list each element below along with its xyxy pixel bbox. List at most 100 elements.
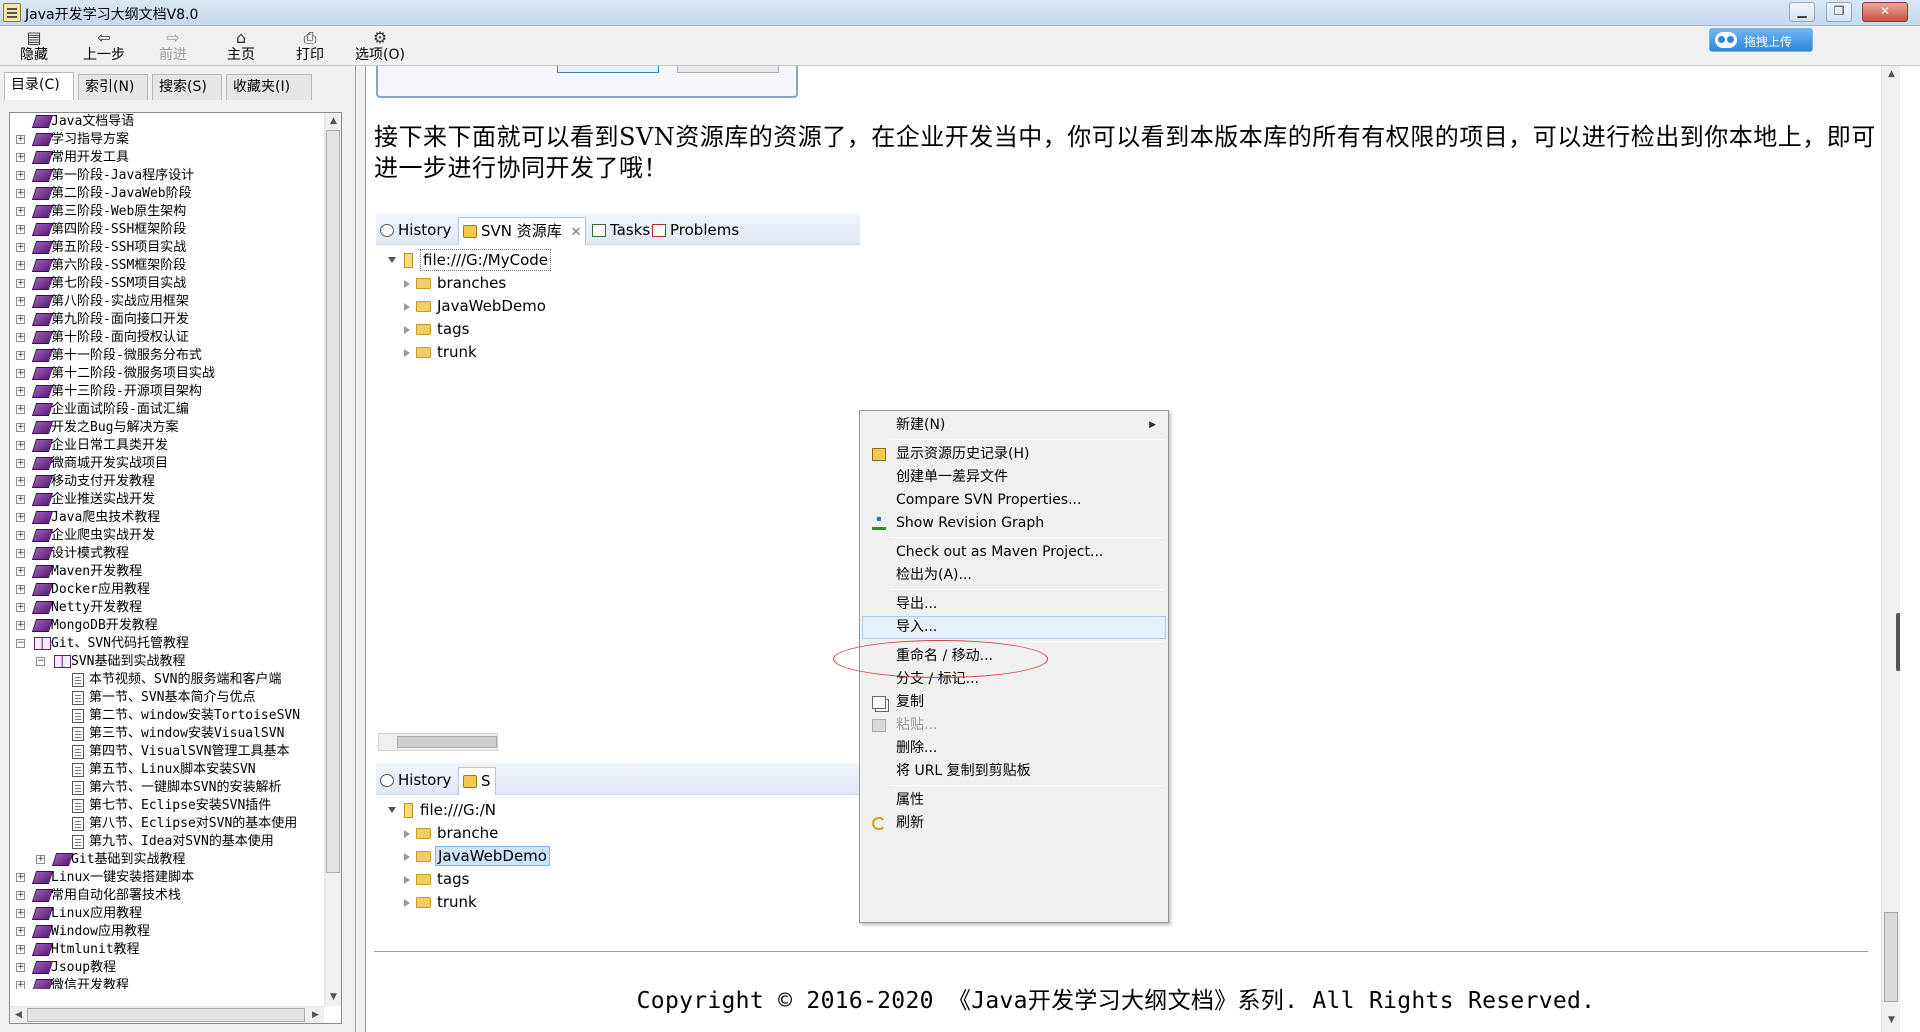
expand-icon[interactable] bbox=[404, 280, 410, 288]
expand-icon[interactable]: + bbox=[16, 279, 25, 288]
expand-icon[interactable]: + bbox=[16, 477, 25, 486]
expand-icon[interactable]: + bbox=[16, 549, 25, 558]
expand-icon[interactable] bbox=[404, 349, 410, 357]
minimize-button[interactable]: ▁ bbox=[1789, 2, 1815, 22]
menu-item[interactable]: 复制 bbox=[862, 691, 1166, 714]
expand-icon[interactable]: + bbox=[16, 531, 25, 540]
menu-item[interactable]: 粘贴... bbox=[862, 714, 1166, 737]
tree-scroll-thumb[interactable] bbox=[326, 130, 340, 873]
menu-item[interactable]: 刷新 bbox=[862, 812, 1166, 835]
menu-item[interactable]: 检出为(A)... bbox=[862, 564, 1166, 587]
tab-svn-repo[interactable]: SVN 资源库 ✕ bbox=[458, 217, 587, 245]
tab-search[interactable]: 搜索(S) bbox=[152, 74, 222, 100]
tab-index[interactable]: 索引(N) bbox=[78, 74, 148, 100]
eclipse-hscrollbar[interactable] bbox=[378, 733, 498, 751]
expand-icon[interactable]: + bbox=[16, 225, 25, 234]
collapse-icon[interactable] bbox=[388, 257, 396, 263]
print-button[interactable]: ⎙ 打印 bbox=[282, 28, 338, 64]
menu-item[interactable]: Compare SVN Properties... bbox=[862, 489, 1166, 512]
expand-icon[interactable] bbox=[404, 899, 410, 907]
home-button[interactable]: ⌂ 主页 bbox=[213, 28, 269, 64]
expand-icon[interactable]: + bbox=[16, 873, 25, 882]
scroll-right-icon[interactable]: ▶ bbox=[307, 1007, 324, 1024]
menu-item[interactable]: Show Revision Graph bbox=[862, 512, 1166, 535]
expand-icon[interactable]: + bbox=[16, 405, 25, 414]
collapse-icon[interactable] bbox=[388, 807, 396, 813]
collapse-icon[interactable]: − bbox=[16, 639, 25, 648]
options-button[interactable]: ⚙ 选项(O) bbox=[350, 28, 410, 64]
expand-icon[interactable]: + bbox=[16, 963, 25, 972]
pane-splitter[interactable] bbox=[356, 66, 366, 1032]
tree-horizontal-scrollbar[interactable]: ◀ ▶ bbox=[10, 1006, 324, 1023]
expand-icon[interactable]: + bbox=[16, 945, 25, 954]
expand-icon[interactable]: + bbox=[16, 189, 25, 198]
menu-item[interactable]: 新建(N) ▶ bbox=[862, 414, 1166, 437]
maximize-button[interactable]: ❐ bbox=[1826, 2, 1852, 22]
expand-icon[interactable]: + bbox=[16, 207, 25, 216]
tab-svn-repo[interactable]: S bbox=[458, 767, 496, 795]
tab-contents[interactable]: 目录(C) bbox=[4, 72, 74, 100]
expand-icon[interactable]: + bbox=[16, 441, 25, 450]
page-icon bbox=[72, 835, 84, 849]
expand-icon[interactable] bbox=[404, 326, 410, 334]
content-scroll-thumb[interactable] bbox=[1884, 912, 1898, 1002]
scroll-up-icon[interactable]: ▲ bbox=[325, 113, 342, 130]
expand-icon[interactable] bbox=[404, 830, 410, 838]
expand-icon[interactable] bbox=[404, 853, 410, 861]
menu-item[interactable]: 将 URL 复制到剪贴板 bbox=[862, 760, 1166, 783]
expand-icon[interactable]: + bbox=[16, 387, 25, 396]
scroll-down-icon[interactable]: ▼ bbox=[325, 989, 342, 1006]
tab-history[interactable]: History bbox=[376, 217, 455, 245]
expand-icon[interactable]: + bbox=[16, 621, 25, 630]
expand-icon[interactable]: + bbox=[16, 171, 25, 180]
close-button[interactable]: ✕ bbox=[1862, 2, 1908, 22]
menu-item[interactable]: 导入... bbox=[862, 616, 1166, 639]
expand-icon[interactable]: + bbox=[16, 333, 25, 342]
eclipse-hscroll-thumb[interactable] bbox=[397, 736, 497, 748]
expand-icon[interactable]: + bbox=[16, 261, 25, 270]
expand-icon[interactable]: + bbox=[16, 909, 25, 918]
tab-history[interactable]: History bbox=[376, 767, 455, 795]
expand-icon[interactable]: + bbox=[16, 927, 25, 936]
menu-item[interactable]: 导出... bbox=[862, 593, 1166, 616]
expand-icon[interactable]: + bbox=[16, 585, 25, 594]
expand-icon[interactable]: + bbox=[16, 459, 25, 468]
expand-icon[interactable]: + bbox=[16, 369, 25, 378]
expand-icon[interactable]: + bbox=[16, 513, 25, 522]
menu-item[interactable]: 属性 bbox=[862, 789, 1166, 812]
expand-icon[interactable]: + bbox=[16, 243, 25, 252]
menu-item[interactable]: Check out as Maven Project... bbox=[862, 541, 1166, 564]
scroll-up-icon[interactable]: ▲ bbox=[1883, 66, 1900, 83]
tab-favorites[interactable]: 收藏夹(I) bbox=[226, 74, 312, 100]
expand-icon[interactable]: + bbox=[16, 135, 25, 144]
menu-item[interactable]: 删除... bbox=[862, 737, 1166, 760]
expand-icon[interactable]: + bbox=[16, 423, 25, 432]
expand-icon[interactable] bbox=[404, 303, 410, 311]
close-tab-icon[interactable]: ✕ bbox=[571, 225, 582, 240]
expand-icon[interactable]: + bbox=[16, 603, 25, 612]
drag-upload-button[interactable]: 拖拽上传 bbox=[1709, 28, 1813, 52]
expand-icon[interactable]: + bbox=[16, 981, 25, 989]
expand-icon[interactable]: + bbox=[16, 315, 25, 324]
tree-hscroll-thumb[interactable] bbox=[27, 1008, 305, 1022]
menu-item[interactable]: 创建单一差异文件 bbox=[862, 466, 1166, 489]
back-button[interactable]: ⇦ 上一步 bbox=[76, 28, 132, 64]
hide-button[interactable]: ▤ 隐藏 bbox=[6, 28, 62, 64]
expand-icon[interactable]: + bbox=[36, 855, 45, 864]
tab-problems[interactable]: Problems bbox=[648, 217, 743, 245]
expand-icon[interactable]: + bbox=[16, 351, 25, 360]
scroll-left-icon[interactable]: ◀ bbox=[10, 1007, 27, 1024]
expand-icon[interactable]: + bbox=[16, 891, 25, 900]
menu-item[interactable]: 显示资源历史记录(H) bbox=[862, 443, 1166, 466]
scroll-down-icon[interactable]: ▼ bbox=[1883, 1012, 1900, 1029]
tab-tasks[interactable]: Tasks bbox=[588, 217, 654, 245]
tree-vertical-scrollbar[interactable]: ▲ ▼ bbox=[324, 113, 341, 1006]
forward-button[interactable]: ⇨ 前进 bbox=[145, 28, 201, 64]
expand-icon[interactable]: + bbox=[16, 495, 25, 504]
expand-icon[interactable] bbox=[404, 876, 410, 884]
expand-icon[interactable]: + bbox=[16, 567, 25, 576]
content-vertical-scrollbar[interactable]: ▲ ▼ bbox=[1881, 66, 1900, 1032]
expand-icon[interactable]: + bbox=[16, 297, 25, 306]
expand-icon[interactable]: + bbox=[16, 153, 25, 162]
collapse-icon[interactable]: − bbox=[36, 657, 45, 666]
